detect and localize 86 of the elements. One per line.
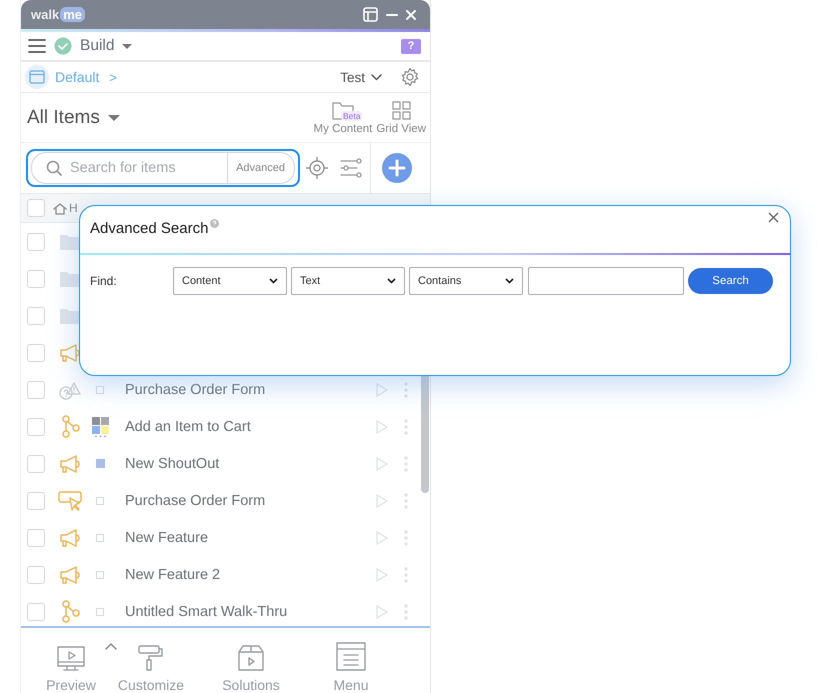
add-icon[interactable] <box>382 153 412 183</box>
play-icon[interactable] <box>376 456 388 470</box>
checkbox[interactable] <box>27 566 45 584</box>
play-icon[interactable] <box>376 420 388 434</box>
nav-label[interactable]: Customize <box>118 677 184 693</box>
nav-label[interactable]: Preview <box>46 677 96 693</box>
section-title[interactable]: All Items <box>27 106 100 128</box>
checkbox[interactable] <box>27 199 45 217</box>
more-icon[interactable] <box>404 456 408 472</box>
play-icon[interactable] <box>376 568 388 582</box>
check-circle-icon <box>54 37 72 55</box>
checkbox[interactable] <box>27 380 45 398</box>
view-label[interactable]: My Content <box>314 122 372 134</box>
close-icon[interactable] <box>768 212 779 223</box>
search-field[interactable]: Search for items Advanced <box>26 149 300 187</box>
target-icon[interactable] <box>306 157 328 179</box>
item-name[interactable]: Purchase Order Form <box>125 492 376 508</box>
play-icon[interactable] <box>376 494 388 508</box>
help-button[interactable]: ? <box>401 38 421 54</box>
checkbox[interactable] <box>27 454 45 472</box>
megaphone-icon <box>58 526 82 548</box>
checkbox[interactable] <box>27 492 45 510</box>
dialog-title: Advanced Search <box>90 220 208 237</box>
filter-sliders-icon[interactable] <box>340 158 362 178</box>
more-icon[interactable] <box>404 604 408 620</box>
help-icon[interactable] <box>210 219 220 228</box>
chevron-down-icon[interactable] <box>371 74 382 80</box>
item-name[interactable]: Untitled Smart Walk-Thru <box>125 604 376 620</box>
play-icon[interactable] <box>376 530 388 544</box>
dropdown[interactable]: Text <box>291 267 405 295</box>
checkbox[interactable] <box>27 344 45 362</box>
caret-icon[interactable] <box>122 44 132 48</box>
advanced-link[interactable]: Advanced <box>227 153 294 183</box>
home-icon[interactable] <box>53 202 67 214</box>
search-icon <box>46 160 62 176</box>
caret-icon[interactable] <box>108 114 120 120</box>
chevron-down-icon[interactable] <box>387 278 396 284</box>
menu-icon[interactable] <box>28 39 46 53</box>
search-button[interactable]: Search <box>688 268 773 294</box>
item-name[interactable]: New Feature <box>125 530 376 546</box>
monitor-play-icon[interactable] <box>56 645 86 672</box>
dropdown[interactable]: Contains <box>409 267 523 295</box>
cursor-on-button-icon <box>58 490 82 512</box>
more-icon[interactable] <box>404 492 408 508</box>
checkbox[interactable] <box>27 306 45 324</box>
document-lines-icon[interactable] <box>335 641 367 672</box>
chevron-down-icon[interactable] <box>269 278 278 284</box>
search-input-field[interactable] <box>528 267 684 295</box>
checkbox[interactable] <box>27 418 45 436</box>
paint-roller-icon[interactable] <box>137 644 165 672</box>
megaphone-icon <box>58 564 82 586</box>
item-name[interactable]: New ShoutOut <box>125 456 376 472</box>
megaphone-icon <box>58 452 82 474</box>
box-play-icon[interactable] <box>236 644 266 672</box>
item-name[interactable]: Purchase Order Form <box>125 382 376 398</box>
play-icon[interactable] <box>376 604 388 618</box>
layout-icon[interactable] <box>363 7 378 22</box>
more-icon[interactable] <box>404 566 408 582</box>
checkbox[interactable] <box>27 270 45 288</box>
nav-label[interactable]: Solutions <box>222 677 280 693</box>
breadcrumb[interactable]: H <box>69 201 78 215</box>
environment-dropdown[interactable]: Test <box>340 70 365 84</box>
minimize-icon[interactable] <box>386 14 398 16</box>
logo: walk me <box>31 7 85 22</box>
mode-dropdown[interactable]: Build <box>80 37 114 55</box>
more-icon[interactable] <box>404 530 408 546</box>
checkbox[interactable] <box>27 528 45 546</box>
checkbox[interactable] <box>27 232 45 250</box>
chevron-up-icon[interactable] <box>105 643 117 650</box>
megaphone-icon <box>58 342 82 364</box>
question-warning-icon <box>58 380 82 400</box>
more-icon[interactable] <box>404 418 408 434</box>
view-label[interactable]: Grid View <box>376 122 426 134</box>
breadcrumb-separator: > <box>109 70 117 84</box>
item-name[interactable]: New Feature 2 <box>125 566 376 582</box>
nav-label[interactable]: Menu <box>333 677 369 693</box>
beta-badge: Beta <box>340 110 362 120</box>
chevron-down-icon[interactable] <box>505 278 514 284</box>
play-icon[interactable] <box>376 382 388 396</box>
window-icon <box>25 65 49 89</box>
checkbox[interactable] <box>27 602 45 620</box>
dropdown[interactable]: Content <box>173 267 287 295</box>
grid-icon[interactable] <box>392 100 411 120</box>
find-label: Find: <box>90 274 118 288</box>
item-name[interactable]: Add an Item to Cart <box>125 418 376 434</box>
settings-icon[interactable] <box>400 67 420 87</box>
